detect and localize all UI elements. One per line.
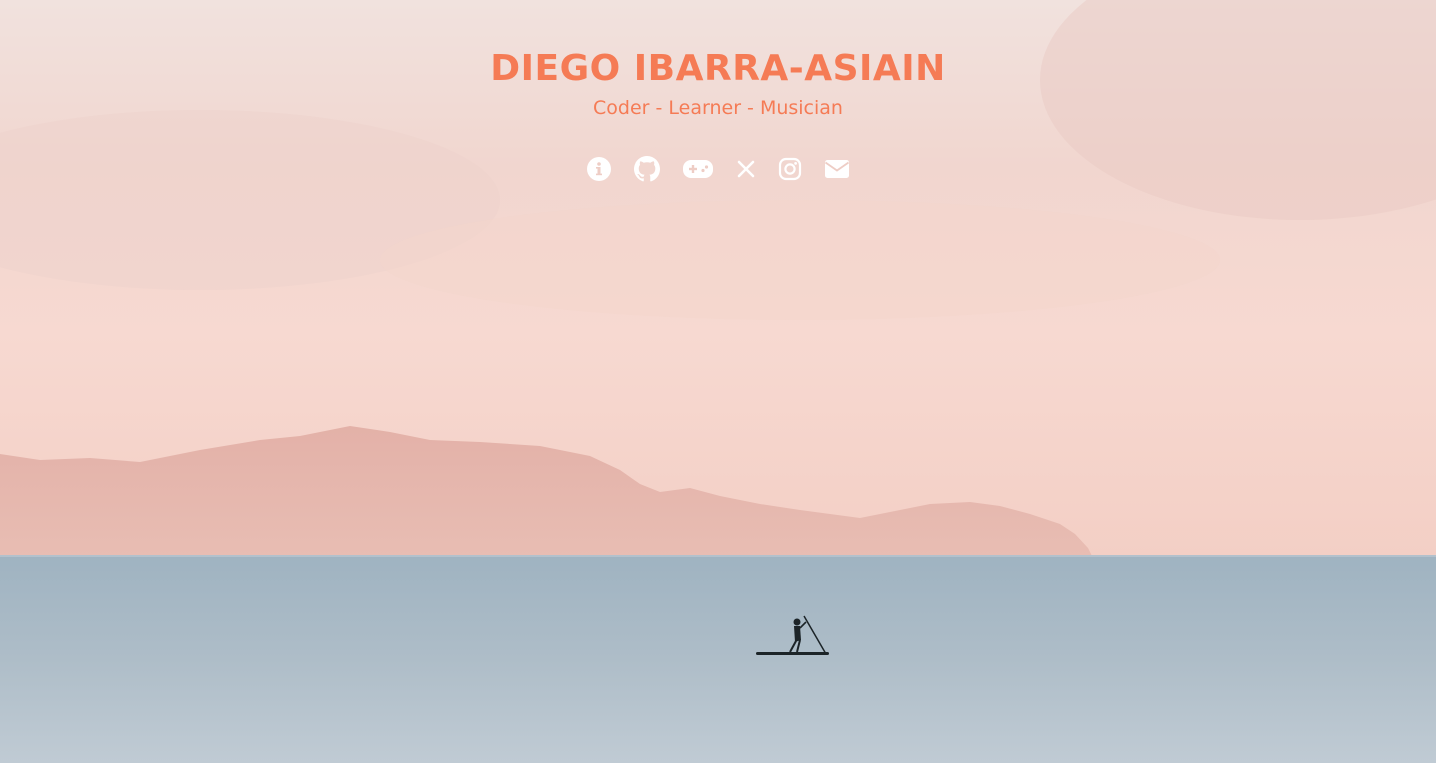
tagline: Coder - Learner - Musician — [593, 97, 843, 119]
site-title: DIEGO IBARRA-ASIAIN — [490, 48, 946, 89]
email-link[interactable] — [824, 154, 850, 184]
page: DIEGO IBARRA-ASIAIN Coder - Learner - Mu… — [0, 0, 1436, 763]
instagram-link[interactable] — [778, 154, 802, 184]
sea — [0, 555, 1436, 763]
instagram-icon — [778, 157, 802, 181]
envelope-icon — [824, 160, 850, 178]
gamepad-icon — [683, 160, 713, 178]
github-icon — [634, 156, 660, 182]
about-link[interactable] — [586, 154, 612, 184]
header: DIEGO IBARRA-ASIAIN Coder - Learner - Mu… — [0, 46, 1436, 122]
info-circle-icon — [587, 157, 611, 181]
games-link[interactable] — [682, 154, 714, 184]
social-links — [0, 154, 1436, 184]
x-twitter-icon — [737, 160, 755, 178]
github-link[interactable] — [634, 154, 660, 184]
x-link[interactable] — [736, 154, 756, 184]
